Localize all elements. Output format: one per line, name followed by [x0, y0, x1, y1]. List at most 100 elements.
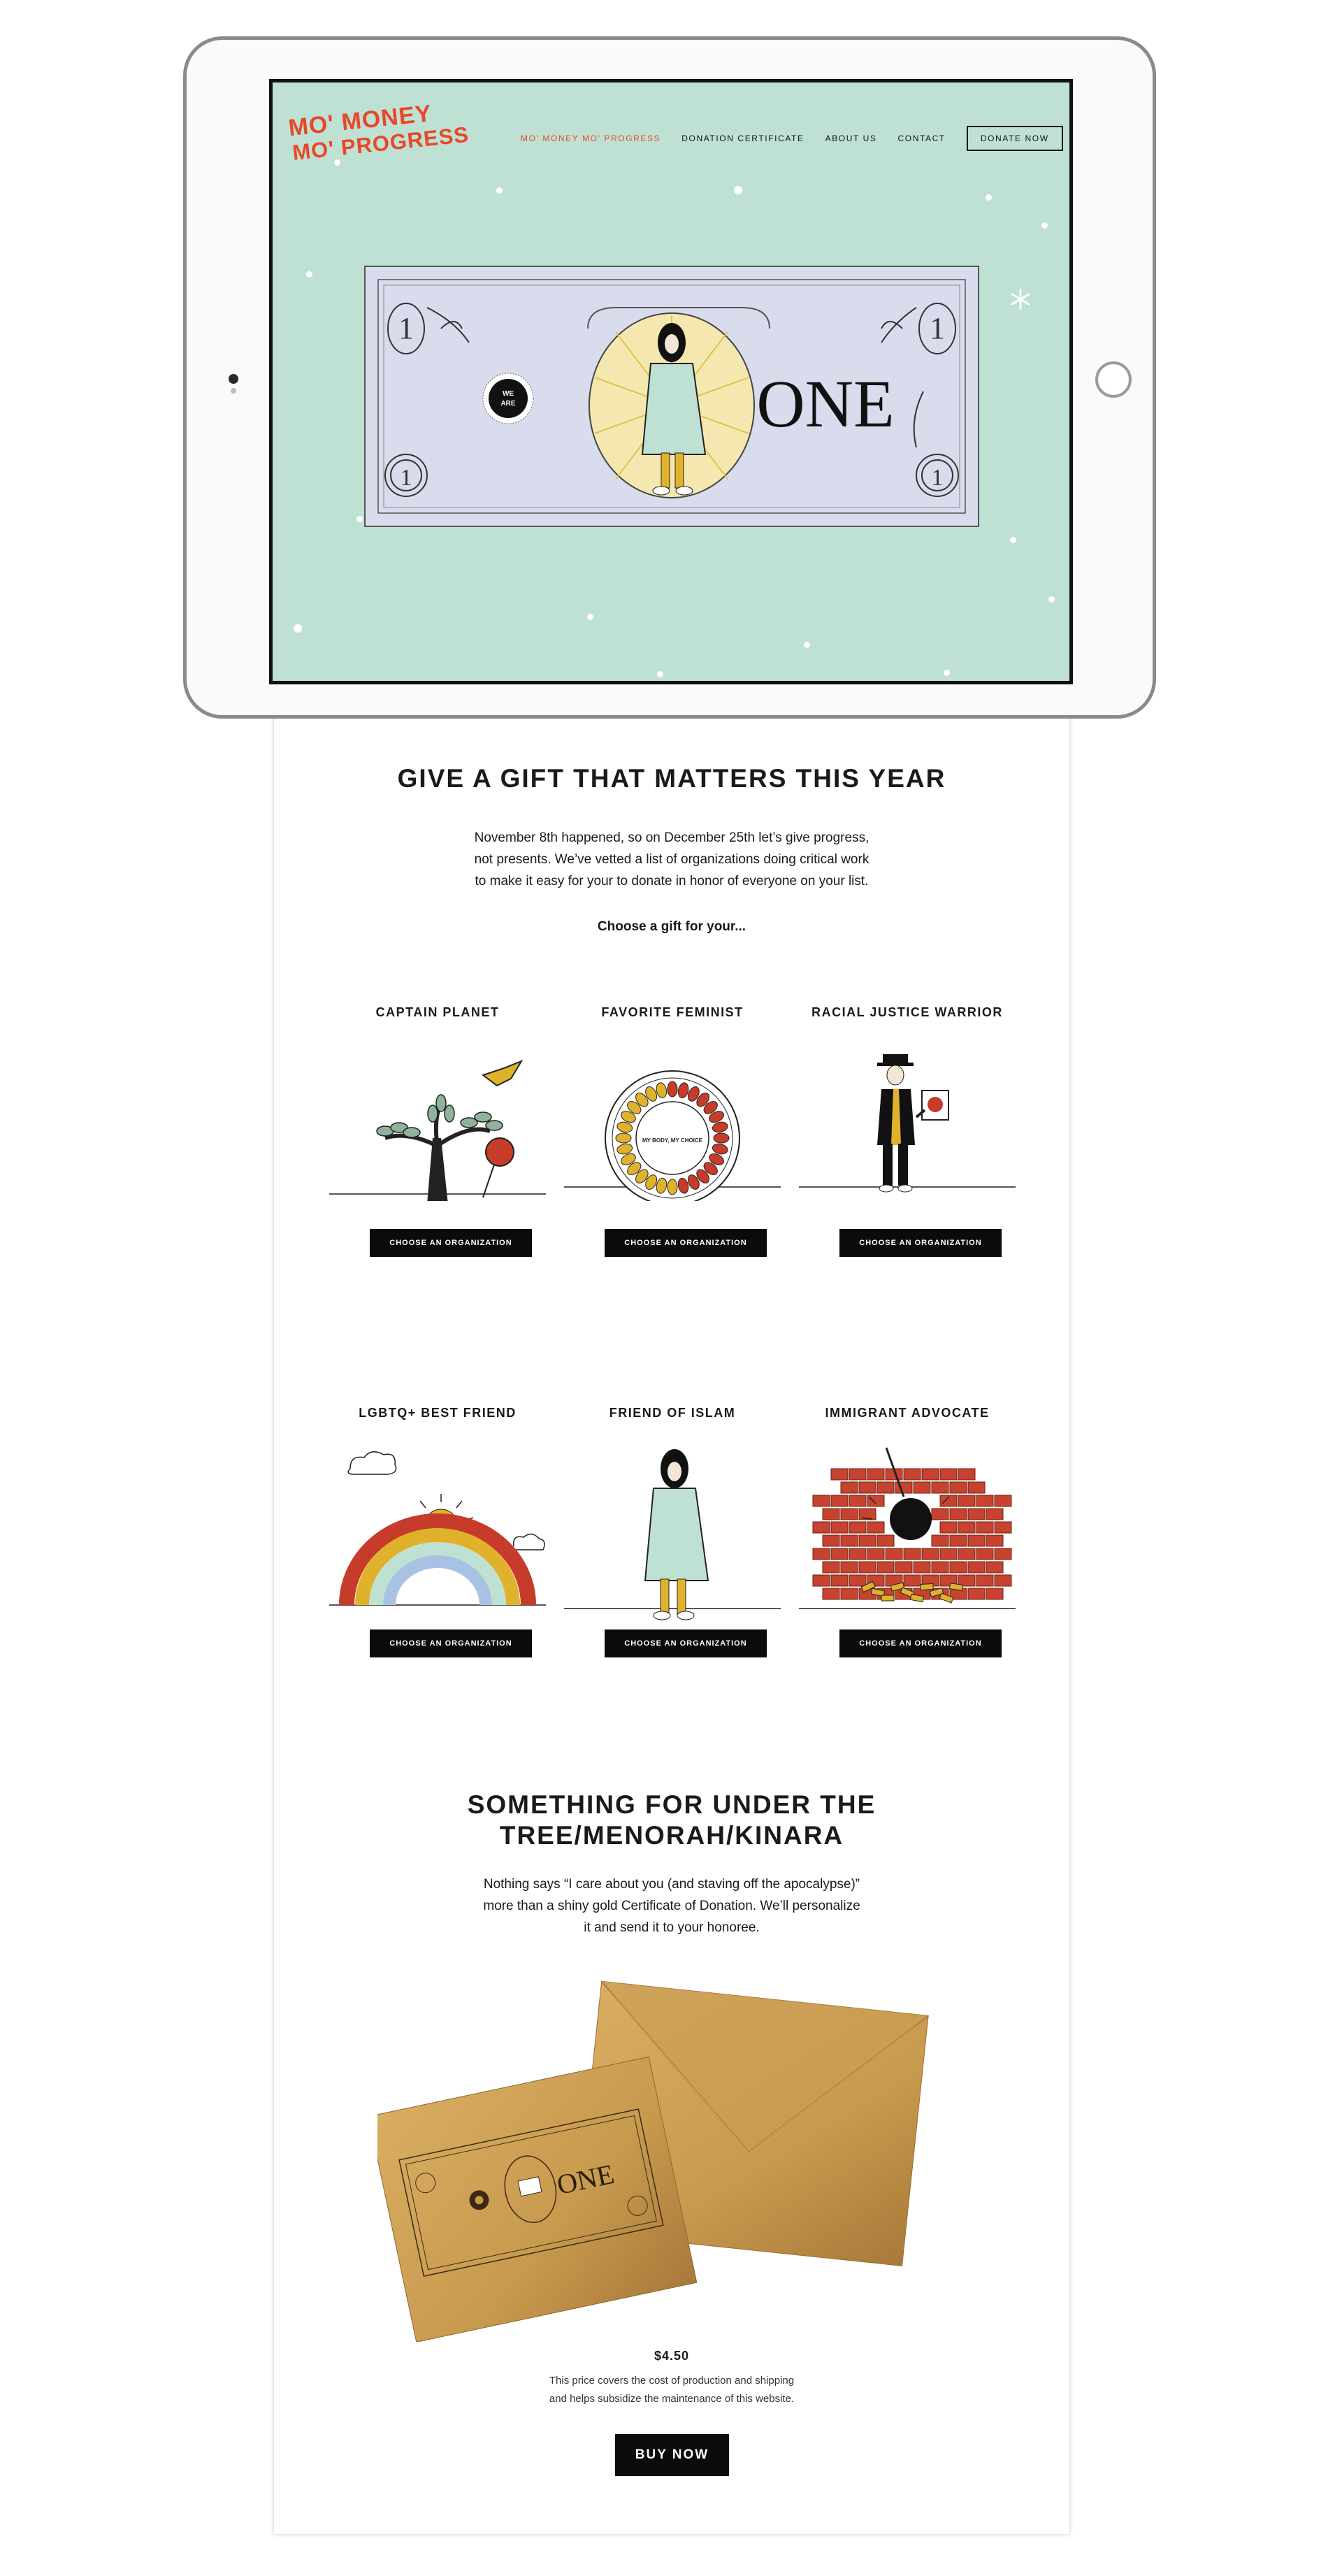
choose-organization-button[interactable]: CHOOSE AN ORGANIZATION [605, 1629, 767, 1657]
brick-icon [858, 1534, 876, 1547]
brick-icon [840, 1561, 858, 1574]
brick-icon [931, 1534, 949, 1547]
brick-icon [812, 1548, 830, 1560]
bill-digit-tr: 1 [930, 311, 945, 345]
brick-icon [986, 1508, 1004, 1520]
protester-with-sign-icon [799, 1054, 1016, 1193]
brick-icon [822, 1588, 840, 1600]
snow-dot [334, 159, 340, 166]
choose-organization-button[interactable]: CHOOSE AN ORGANIZATION [839, 1629, 1002, 1657]
brick-icon [822, 1508, 840, 1520]
choose-prompt: Choose a gift for your... [597, 919, 746, 934]
brick-icon [876, 1561, 895, 1574]
rainbow-sun-clouds-icon [329, 1451, 546, 1606]
brick-icon [867, 1521, 885, 1534]
brick-icon [967, 1508, 986, 1520]
gift-heading: GIVE A GIFT THAT MATTERS THIS YEAR [397, 764, 946, 793]
donate-now-button[interactable]: DONATE NOW [966, 126, 1063, 151]
brick-icon [986, 1534, 1004, 1547]
brick-icon [967, 1481, 986, 1494]
tablet-frame: MO' MONEY MO' PROGRESS MO' MONEY MO' PRO… [183, 36, 1156, 719]
gold-brick-icon [920, 1583, 934, 1590]
brick-icon [840, 1508, 858, 1520]
brick-icon [840, 1481, 858, 1494]
brick-icon [830, 1495, 849, 1507]
brick-icon [994, 1495, 1012, 1507]
brick-icon [949, 1561, 967, 1574]
brick-icon [994, 1548, 1012, 1560]
tree-bird-rose-icon [329, 1059, 546, 1201]
brick-icon [830, 1548, 849, 1560]
brick-icon [939, 1468, 958, 1481]
brick-icon [967, 1534, 986, 1547]
brick-icon [958, 1468, 976, 1481]
brick-icon [812, 1521, 830, 1534]
brick-icon [958, 1521, 976, 1534]
snowflake-icon [1011, 289, 1030, 310]
contraceptive-pill-pack-icon: MY BODY, MY CHOICE [564, 1070, 781, 1201]
brick-icon [949, 1508, 967, 1520]
hero-screen: MO' MONEY MO' PROGRESS MO' MONEY MO' PRO… [269, 79, 1073, 684]
brick-icon [939, 1521, 958, 1534]
main-nav: MO' MONEY MO' PROGRESS DONATION CERTIFIC… [521, 126, 1063, 151]
nav-item-contact[interactable]: CONTACT [898, 134, 946, 143]
brick-icon [931, 1481, 949, 1494]
brick-icon [812, 1574, 830, 1587]
choose-organization-button[interactable]: CHOOSE AN ORGANIZATION [370, 1629, 532, 1657]
nav-item-donation-certificate[interactable]: DONATION CERTIFICATE [681, 134, 804, 143]
brick-icon [994, 1521, 1012, 1534]
card-title: FAVORITE FEMINIST [601, 1005, 744, 1019]
nav-item-home[interactable]: MO' MONEY MO' PROGRESS [521, 134, 661, 143]
snow-dot [1041, 222, 1048, 229]
snow-dot [496, 187, 503, 194]
snow-dot [804, 642, 810, 648]
bill-digit-bl: 1 [401, 465, 412, 491]
brick-icon [849, 1574, 867, 1587]
card-title: IMMIGRANT ADVOCATE [825, 1406, 990, 1420]
brick-icon [976, 1521, 994, 1534]
snow-dot [294, 624, 302, 633]
certificate-heading-line: TREE/MENORAH/KINARA [499, 1821, 844, 1850]
brick-icon [858, 1561, 876, 1574]
brick-icon [840, 1534, 858, 1547]
choose-organization-button[interactable]: CHOOSE AN ORGANIZATION [839, 1229, 1002, 1257]
gold-brick-icon [881, 1595, 895, 1602]
choose-organization-button[interactable]: CHOOSE AN ORGANIZATION [605, 1229, 767, 1257]
brick-icon [994, 1574, 1012, 1587]
card-title: LGBTQ+ BEST FRIEND [359, 1406, 517, 1420]
pill-icon [615, 1132, 632, 1144]
brick-icon [903, 1468, 921, 1481]
brick-icon [849, 1548, 867, 1560]
brick-icon [830, 1468, 849, 1481]
brick-icon [876, 1481, 895, 1494]
price-fine-print: This price covers the cost of production… [274, 2372, 1069, 2408]
wrecking-ball-brick-wall-icon [799, 1447, 1016, 1609]
brick-icon [858, 1481, 876, 1494]
brick-icon [830, 1521, 849, 1534]
brick-icon [876, 1534, 895, 1547]
choose-organization-button[interactable]: CHOOSE AN ORGANIZATION [370, 1229, 532, 1257]
brick-icon [949, 1481, 967, 1494]
certificate-intro: Nothing says “I care about you (and stav… [274, 1873, 1069, 1938]
brick-icon [822, 1534, 840, 1547]
snow-dot [587, 614, 593, 620]
brick-icon [986, 1588, 1004, 1600]
snow-dot [944, 670, 950, 676]
brick-icon [949, 1534, 967, 1547]
bill-digit-br: 1 [932, 465, 944, 491]
brick-icon [921, 1468, 939, 1481]
brick-icon [976, 1548, 994, 1560]
dollar-bill-illustration: 1 1 1 1 WE ARE ONE [364, 266, 979, 527]
fine-print-line: This price covers the cost of production… [549, 2375, 795, 2387]
bill-digit-tl: 1 [398, 311, 414, 345]
nav-item-about-us[interactable]: ABOUT US [825, 134, 877, 143]
brick-icon [931, 1561, 949, 1574]
gift-card-immigrant-advocate: IMMIGRANT ADVOCATE CHOOSE AN ORGANIZATIO… [799, 1406, 1016, 1699]
snow-dot [306, 271, 312, 278]
gift-intro: November 8th happened, so on December 25… [274, 827, 1069, 892]
buy-now-button[interactable]: BUY NOW [615, 2434, 729, 2476]
site-logo[interactable]: MO' MONEY MO' PROGRESS [287, 97, 470, 166]
gift-card-captain-planet: CAPTAIN PLANET CHOOSE AN ORGANIZATION [329, 1005, 546, 1299]
snow-dot [734, 186, 742, 194]
gift-intro-line: not presents. We’ve vetted a list of org… [474, 852, 870, 867]
